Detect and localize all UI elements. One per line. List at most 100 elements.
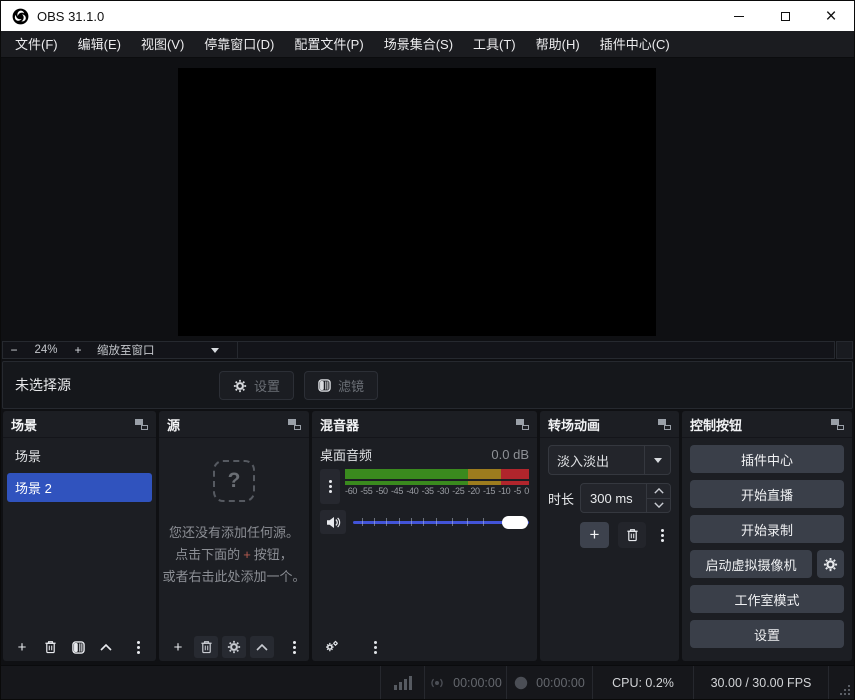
gears-icon bbox=[324, 640, 339, 655]
minimize-button[interactable] bbox=[716, 1, 762, 31]
menu-item-edit[interactable]: 编辑(E) bbox=[68, 31, 131, 58]
sources-toolbar: + bbox=[159, 633, 309, 661]
combo-arrow-button[interactable] bbox=[644, 446, 670, 474]
mixer-menu-button[interactable] bbox=[363, 636, 387, 658]
source-properties-button[interactable]: 设置 bbox=[219, 371, 294, 400]
chevron-up-icon bbox=[654, 488, 664, 494]
scene-item[interactable]: 场景 bbox=[7, 441, 152, 470]
menu-item-file[interactable]: 文件(F) bbox=[5, 31, 68, 58]
scenes-panel-header: 场景 bbox=[3, 411, 156, 438]
speaker-icon bbox=[326, 516, 341, 529]
popout-icon[interactable] bbox=[288, 419, 301, 430]
menu-item-plugin-center[interactable]: 插件中心(C) bbox=[590, 31, 680, 58]
fit-mode-dropdown[interactable] bbox=[203, 348, 227, 353]
remove-transition-button[interactable] bbox=[618, 522, 646, 548]
start-virtual-camera-button[interactable]: 启动虚拟摄像机 bbox=[690, 550, 812, 578]
menu-item-help[interactable]: 帮助(H) bbox=[526, 31, 590, 58]
menu-item-docks[interactable]: 停靠窗口(D) bbox=[194, 31, 284, 58]
zoom-in-button[interactable]: + bbox=[67, 343, 89, 357]
sources-empty-state: ? 您还没有添加任何源。 点击下面的+按钮， 或者右击此处添加一个。 bbox=[159, 438, 309, 633]
chevron-down-icon bbox=[211, 348, 219, 353]
scene-list: 场景 场景 2 bbox=[3, 438, 156, 633]
move-scene-up-button[interactable] bbox=[94, 636, 118, 658]
duration-value: 300 ms bbox=[581, 484, 646, 512]
close-button[interactable]: × bbox=[808, 1, 854, 31]
gear-icon bbox=[823, 557, 838, 572]
duration-increase-button[interactable] bbox=[647, 484, 670, 499]
popout-icon[interactable] bbox=[516, 419, 529, 430]
maximize-button[interactable] bbox=[762, 1, 808, 31]
dots-vertical-icon bbox=[329, 485, 332, 488]
preview-area bbox=[1, 58, 854, 341]
resize-grip[interactable] bbox=[828, 666, 854, 699]
minimize-icon bbox=[734, 16, 744, 17]
divider bbox=[237, 342, 238, 358]
transitions-menu-button[interactable] bbox=[655, 534, 669, 537]
popout-icon[interactable] bbox=[135, 419, 148, 430]
audio-mixer-panel: 混音器 桌面音频 0.0 dB -60-55-50-45-40-35-30-25… bbox=[312, 411, 537, 661]
source-properties-label: 设置 bbox=[254, 376, 280, 395]
hint-line2-post: 按钮， bbox=[254, 547, 293, 562]
chevron-up-icon bbox=[256, 644, 268, 651]
volume-meter: -60-55-50-45-40-35-30-25-20-15-10-50 bbox=[345, 469, 529, 504]
scenes-panel: 场景 场景 场景 2 + bbox=[3, 411, 156, 661]
stream-health-indicator bbox=[380, 666, 424, 699]
duration-decrease-button[interactable] bbox=[647, 499, 670, 513]
start-streaming-button[interactable]: 开始直播 bbox=[690, 480, 844, 508]
signal-bars-icon bbox=[394, 676, 412, 690]
channel-menu-button[interactable] bbox=[320, 469, 340, 504]
virtual-camera-settings-button[interactable] bbox=[817, 550, 844, 578]
filters-icon bbox=[318, 379, 331, 392]
gear-icon bbox=[227, 640, 241, 654]
scenes-toolbar: + bbox=[3, 633, 156, 661]
sources-menu-button[interactable] bbox=[282, 636, 306, 658]
fps-indicator: 30.00 / 30.00 FPS bbox=[693, 666, 828, 699]
slider-handle[interactable] bbox=[502, 516, 528, 529]
source-filters-label: 滤镜 bbox=[338, 376, 364, 395]
menu-item-profile[interactable]: 配置文件(P) bbox=[284, 31, 373, 58]
menu-item-scene-collection[interactable]: 场景集合(S) bbox=[374, 31, 463, 58]
duration-spinbox[interactable]: 300 ms bbox=[580, 483, 671, 513]
dots-vertical-icon bbox=[374, 646, 377, 649]
source-filters-button[interactable]: 滤镜 bbox=[304, 371, 378, 400]
add-source-button[interactable]: + bbox=[166, 636, 190, 658]
maximize-icon bbox=[781, 12, 790, 21]
menu-item-tools[interactable]: 工具(T) bbox=[463, 31, 526, 58]
scene-filters-button[interactable] bbox=[66, 636, 90, 658]
scene-item-selected[interactable]: 场景 2 bbox=[7, 473, 152, 502]
settings-button[interactable]: 设置 bbox=[690, 620, 844, 648]
add-transition-button[interactable]: + bbox=[580, 522, 609, 548]
volume-slider[interactable] bbox=[353, 515, 529, 529]
hint-line2-pre: 点击下面的 bbox=[175, 547, 240, 562]
mute-button[interactable] bbox=[320, 510, 346, 534]
sources-panel-title: 源 bbox=[167, 415, 180, 434]
plugin-center-button[interactable]: 插件中心 bbox=[690, 445, 844, 473]
menu-item-view[interactable]: 视图(V) bbox=[131, 31, 194, 58]
advanced-audio-button[interactable] bbox=[319, 636, 343, 658]
start-recording-button[interactable]: 开始录制 bbox=[690, 515, 844, 543]
transition-select[interactable]: 淡入淡出 bbox=[548, 445, 671, 475]
mixer-channel: 桌面音频 0.0 dB -60-55-50-45-40-35-30-25-20-… bbox=[312, 438, 537, 633]
source-properties-button[interactable] bbox=[222, 636, 246, 658]
add-scene-button[interactable]: + bbox=[10, 636, 34, 658]
popout-icon[interactable] bbox=[831, 419, 844, 430]
popout-icon[interactable] bbox=[658, 419, 671, 430]
remove-source-button[interactable] bbox=[194, 636, 218, 658]
scenes-menu-button[interactable] bbox=[126, 636, 150, 658]
remove-scene-button[interactable] bbox=[38, 636, 62, 658]
source-list[interactable]: ? 您还没有添加任何源。 点击下面的+按钮， 或者右击此处添加一个。 bbox=[159, 438, 309, 633]
zoom-level: 24% bbox=[25, 344, 67, 356]
zoom-out-button[interactable]: − bbox=[3, 343, 25, 357]
source-context-bar: 未选择源 设置 滤镜 bbox=[2, 361, 853, 409]
move-source-up-button[interactable] bbox=[250, 636, 274, 658]
gear-icon bbox=[233, 379, 247, 393]
studio-mode-button[interactable]: 工作室模式 bbox=[690, 585, 844, 613]
duration-label: 时长 bbox=[548, 489, 574, 508]
fit-mode-label: 缩放至窗口 bbox=[97, 342, 155, 358]
transitions-panel: 转场动画 淡入淡出 时长 300 ms bbox=[540, 411, 679, 661]
transitions-panel-header: 转场动画 bbox=[540, 411, 679, 438]
zoom-bar: − 24% + 缩放至窗口 bbox=[1, 341, 854, 359]
no-source-selected-label: 未选择源 bbox=[15, 375, 71, 395]
transitions-panel-title: 转场动画 bbox=[548, 415, 600, 434]
obs-window: OBS 31.1.0 × 文件(F) 编辑(E) 视图(V) 停靠窗口(D) 配… bbox=[0, 0, 855, 700]
